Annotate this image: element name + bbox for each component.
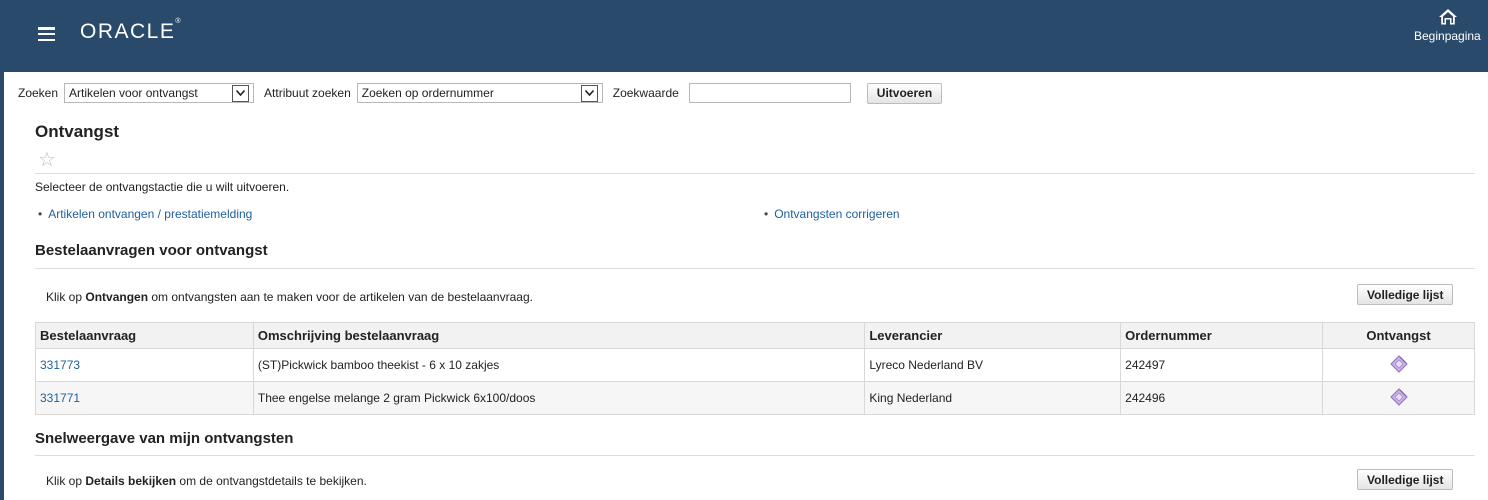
- requisition-link[interactable]: 331773: [40, 358, 80, 372]
- column-header-receive: Ontvangst: [1322, 322, 1475, 349]
- bullet: •: [38, 207, 43, 221]
- table-header-row: Bestelaanvraag Omschrijving bestelaanvra…: [35, 322, 1475, 349]
- hamburger-icon[interactable]: [38, 27, 55, 42]
- requisition-link[interactable]: 331771: [40, 391, 80, 405]
- divider: [35, 173, 1475, 174]
- star-icon[interactable]: ☆: [38, 150, 56, 170]
- chevron-down-icon: [580, 84, 598, 102]
- column-header-description[interactable]: Omschrijving bestelaanvraag: [252, 322, 866, 349]
- supplier-cell: King Nederland: [864, 381, 1122, 415]
- table-row: 331773 (ST)Pickwick bamboo theekist - 6 …: [35, 348, 1475, 382]
- chevron-down-icon: [232, 84, 250, 102]
- receive-cell: [1322, 381, 1475, 415]
- receive-icon[interactable]: [1389, 354, 1408, 376]
- page-title: Ontvangst: [35, 122, 120, 141]
- requisitions-section-title: Bestelaanvragen voor ontvangst: [35, 242, 268, 259]
- column-header-requisition[interactable]: Bestelaanvraag: [35, 322, 254, 349]
- search-label: Zoeken: [18, 86, 59, 100]
- divider: [35, 268, 1475, 269]
- my-receipts-tip: Klik op Details bekijken om de ontvangst…: [46, 474, 367, 488]
- description-cell: (ST)Pickwick bamboo theekist - 6 x 10 za…: [252, 348, 866, 382]
- bullet: •: [764, 207, 769, 221]
- instruction-text: Selecteer de ontvangstactie die u wilt u…: [35, 180, 290, 194]
- left-accent-bar: [0, 72, 4, 500]
- search-scope-select[interactable]: Artikelen voor ontvangst: [64, 83, 255, 103]
- divider: [35, 455, 1475, 456]
- requisitions-full-list-button[interactable]: Volledige lijst: [1357, 284, 1454, 305]
- order-number-cell: 242497: [1120, 348, 1324, 382]
- column-header-order-number[interactable]: Ordernummer: [1120, 322, 1324, 349]
- correct-receipts-link[interactable]: Ontvangsten corrigeren: [774, 207, 899, 221]
- home-label: Beginpagina: [1414, 29, 1481, 43]
- oracle-logo: ORACLE®: [80, 18, 181, 43]
- value-label: Zoekwaarde: [612, 86, 679, 100]
- action-item-receive: • Artikelen ontvangen / prestatiemelding: [38, 207, 252, 221]
- attribute-label: Attribuut zoeken: [264, 86, 351, 100]
- description-cell: Thee engelse melange 2 gram Pickwick 6x1…: [252, 381, 866, 415]
- search-bar: Zoeken Artikelen voor ontvangst Attribuu…: [18, 82, 943, 104]
- order-number-cell: 242496: [1120, 381, 1324, 415]
- search-value-input[interactable]: [688, 83, 851, 103]
- table-row: 331771 Thee engelse melange 2 gram Pickw…: [35, 381, 1475, 415]
- attribute-select[interactable]: Zoeken op ordernummer: [356, 83, 603, 103]
- go-button[interactable]: Uitvoeren: [866, 82, 943, 104]
- action-item-correct: • Ontvangsten corrigeren: [764, 207, 900, 221]
- my-receipts-section-title: Snelweergave van mijn ontvangsten: [35, 430, 294, 447]
- receive-icon[interactable]: [1389, 387, 1408, 409]
- supplier-cell: Lyreco Nederland BV: [864, 348, 1122, 382]
- requisition-cell: 331773: [35, 348, 254, 382]
- receive-cell: [1322, 348, 1475, 382]
- requisitions-tip: Klik op Ontvangen om ontvangsten aan te …: [46, 290, 533, 304]
- receive-items-link[interactable]: Artikelen ontvangen / prestatiemelding: [48, 207, 252, 221]
- home-button[interactable]: Beginpagina: [1408, 8, 1488, 43]
- home-icon: [1439, 9, 1457, 25]
- my-receipts-full-list-button[interactable]: Volledige lijst: [1357, 469, 1454, 490]
- requisition-cell: 331771: [35, 381, 254, 415]
- top-bar: ORACLE® Beginpagina: [0, 0, 1488, 72]
- column-header-supplier[interactable]: Leverancier: [864, 322, 1122, 349]
- requisitions-table: Bestelaanvraag Omschrijving bestelaanvra…: [35, 322, 1475, 415]
